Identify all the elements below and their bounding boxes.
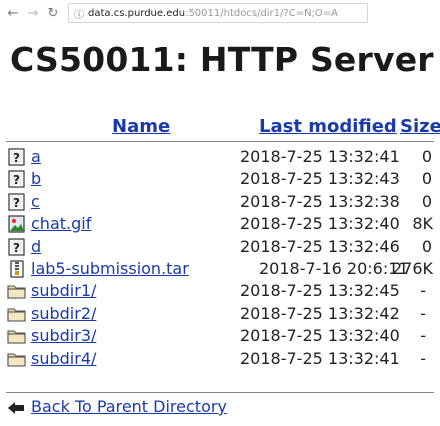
folder-icon	[7, 282, 27, 300]
file-name-link[interactable]: subdir3/	[31, 325, 96, 347]
column-header-size[interactable]: Size	[400, 116, 440, 137]
table-row: ? c 2018-7-25 13:32:38 0	[0, 191, 440, 213]
file-size: 276K	[391, 259, 433, 278]
svg-text:?: ?	[13, 173, 20, 187]
table-row: subdir4/2018-7-25 13:32:41-	[0, 348, 440, 370]
url-path: :50011/htdocs/dir1/?C=N;O=A	[185, 7, 339, 19]
unknown-file-icon: ?	[7, 237, 27, 256]
file-size: 0	[421, 236, 432, 256]
page-title: CS50011: HTTP Server	[10, 40, 434, 79]
folder-icon	[7, 350, 27, 368]
svg-text:?: ?	[13, 196, 20, 210]
table-row: subdir2/2018-7-25 13:32:42-	[0, 303, 440, 325]
file-name-link[interactable]: lab5-submission.tar	[31, 258, 189, 280]
back-button[interactable]: ←	[6, 6, 20, 21]
browser-toolbar: ← → ↻ ⓘ data.cs.purdue.edu :50011/htdocs…	[0, 0, 440, 26]
file-modified: 2018-7-25 13:32:45	[240, 281, 400, 301]
file-size: 0	[421, 147, 432, 166]
file-size: 0	[421, 169, 432, 189]
image-file-icon	[7, 215, 27, 233]
file-name-link[interactable]: c	[31, 191, 40, 213]
forward-button[interactable]: →	[26, 6, 40, 21]
table-row: subdir3/2018-7-25 13:32:40-	[0, 325, 440, 347]
file-modified: 2018-7-25 13:32:40	[240, 214, 400, 234]
file-modified: 2018-7-25 13:32:46	[240, 236, 400, 256]
url-host: data.cs.purdue.edu	[88, 7, 186, 19]
file-modified: 2018-7-25 13:32:41	[240, 147, 400, 166]
table-row: subdir1/2018-7-25 13:32:45-	[0, 280, 440, 302]
table-row: lab5-submission.tar 2018-7-16 20:6:11 276K	[0, 258, 440, 280]
archive-file-icon	[7, 260, 27, 278]
file-modified: 2018-7-25 13:32:38	[240, 191, 400, 211]
table-top-rule	[6, 141, 434, 142]
file-size: -	[420, 303, 426, 323]
unknown-file-icon: ?	[7, 148, 27, 166]
back-arrow-icon	[8, 402, 24, 414]
file-modified: 2018-7-16 20:6:11	[259, 259, 409, 278]
file-size: -	[420, 348, 426, 368]
address-bar[interactable]: ⓘ data.cs.purdue.edu :50011/htdocs/dir1/…	[68, 3, 368, 23]
file-size: 8K	[412, 214, 433, 234]
file-modified: 2018-7-25 13:32:40	[240, 326, 400, 346]
file-name-link[interactable]: subdir2/	[31, 303, 96, 325]
table-row: ? b 2018-7-25 13:32:43 0	[0, 168, 440, 190]
unknown-file-icon: ?	[7, 193, 27, 211]
file-modified: 2018-7-25 13:32:41	[240, 348, 400, 368]
info-icon[interactable]: ⓘ	[74, 6, 84, 21]
file-size: -	[420, 326, 426, 346]
file-size: 0	[421, 191, 432, 211]
svg-text:?: ?	[13, 151, 20, 165]
unknown-file-icon: ?	[7, 170, 27, 188]
file-name-link[interactable]: subdir4/	[31, 348, 96, 370]
column-header-name[interactable]: Name	[112, 116, 170, 137]
table-row: ? d 2018-7-25 13:32:46 0	[0, 236, 440, 258]
file-size: -	[420, 281, 426, 301]
file-modified: 2018-7-25 13:32:43	[240, 169, 400, 189]
reload-button[interactable]: ↻	[46, 6, 60, 21]
table-row: ? a 2018-7-25 13:32:41 0	[0, 146, 440, 168]
file-name-link[interactable]: d	[31, 236, 41, 258]
file-modified: 2018-7-25 13:32:42	[240, 303, 400, 323]
file-name-link[interactable]: b	[31, 168, 41, 190]
folder-icon	[7, 327, 27, 345]
parent-directory-label[interactable]: Back To Parent Directory	[31, 396, 227, 418]
file-name-link[interactable]: a	[31, 146, 41, 168]
svg-text:?: ?	[13, 241, 20, 255]
file-name-link[interactable]: subdir1/	[31, 280, 96, 302]
folder-icon	[7, 305, 27, 323]
column-header-modified[interactable]: Last modified	[259, 116, 397, 137]
table-bottom-rule	[6, 392, 434, 393]
table-row: chat.gif 2018-7-25 13:32:40 8K	[0, 213, 440, 235]
file-name-link[interactable]: chat.gif	[31, 213, 91, 235]
